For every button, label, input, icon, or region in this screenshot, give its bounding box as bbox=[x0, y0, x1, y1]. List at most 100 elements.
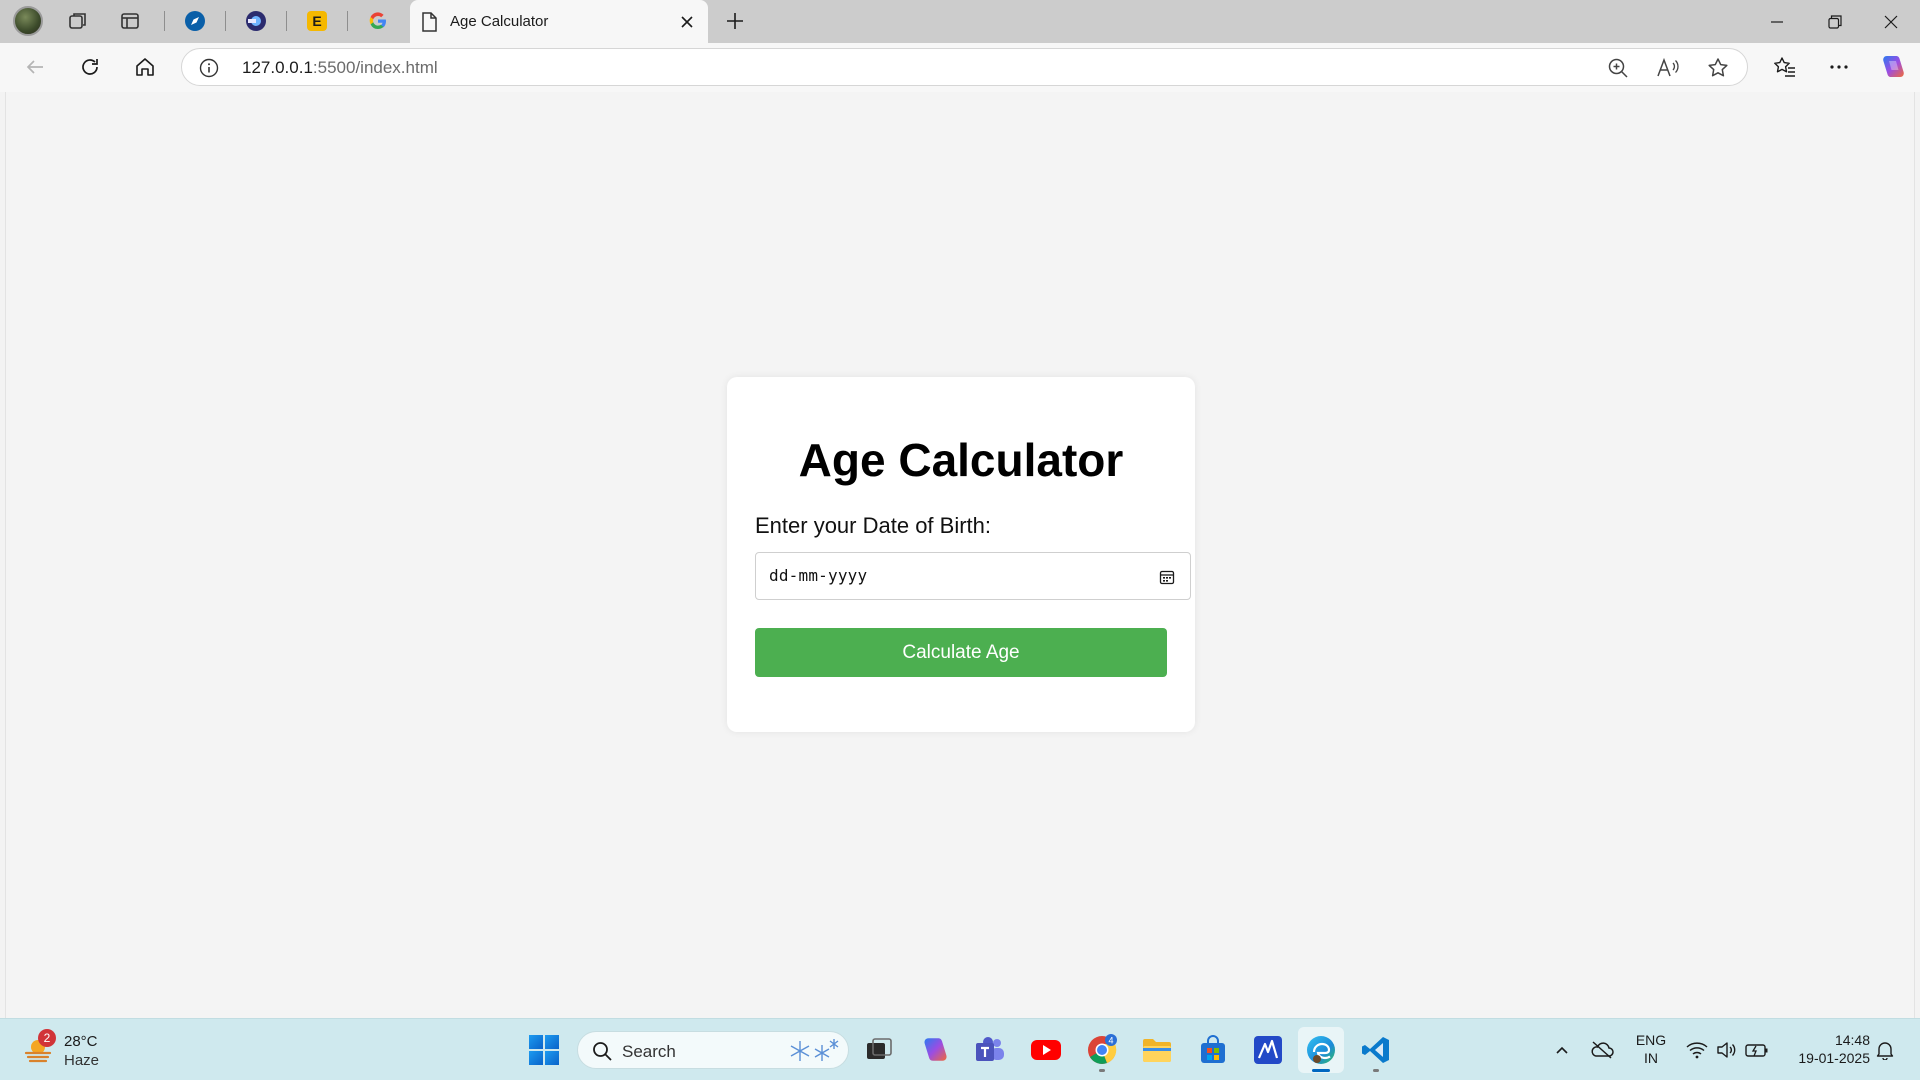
star-icon bbox=[1708, 58, 1728, 77]
restore-icon bbox=[1828, 14, 1842, 29]
taskbar-search[interactable]: Search bbox=[577, 1031, 849, 1069]
windows-taskbar: 2 28°C Haze Search 4 ENG IN 14:48 19-01-… bbox=[0, 1018, 1920, 1080]
page-title: Age Calculator bbox=[798, 434, 1124, 486]
page-icon bbox=[422, 11, 437, 32]
weather-badge: 2 bbox=[38, 1029, 56, 1047]
copilot-app[interactable] bbox=[912, 1027, 958, 1073]
site-info-button[interactable] bbox=[198, 57, 220, 79]
weather-condition: Haze bbox=[64, 1052, 100, 1069]
copilot-icon bbox=[924, 1038, 947, 1061]
page-viewport: Age Calculator Enter your Date of Birth:… bbox=[5, 92, 1915, 1018]
tab-close-button[interactable] bbox=[672, 7, 702, 37]
task-view-button[interactable] bbox=[856, 1027, 902, 1073]
pinned-tab-google[interactable] bbox=[360, 5, 396, 37]
close-window-button[interactable] bbox=[1862, 0, 1920, 43]
chrome-icon: 4 bbox=[1088, 1034, 1117, 1064]
new-tab-button[interactable] bbox=[717, 5, 753, 37]
tab-actions-button[interactable] bbox=[112, 5, 148, 37]
tab-separator bbox=[225, 11, 226, 31]
folder-icon bbox=[1143, 1039, 1171, 1062]
calendar-icon bbox=[1159, 570, 1175, 585]
plus-icon bbox=[727, 13, 743, 29]
temperature: 28°C bbox=[64, 1033, 98, 1050]
minimize-button[interactable] bbox=[1748, 0, 1806, 43]
url-text[interactable]: 127.0.0.1:5500/index.html bbox=[242, 58, 438, 78]
browser-toolbar: 127.0.0.1:5500/index.html bbox=[0, 43, 1920, 92]
calculate-age-button[interactable]: Calculate Age bbox=[755, 628, 1167, 677]
copilot-icon bbox=[1883, 56, 1904, 77]
chrome-app[interactable]: 4 bbox=[1079, 1027, 1125, 1073]
avatar bbox=[13, 6, 43, 36]
show-hidden-icons-button[interactable] bbox=[1549, 1037, 1575, 1063]
store-icon bbox=[1201, 1035, 1225, 1063]
active-indicator bbox=[1312, 1069, 1330, 1072]
back-button[interactable] bbox=[15, 49, 55, 85]
wifi-icon bbox=[1686, 1042, 1708, 1059]
favorite-button[interactable] bbox=[1702, 53, 1734, 83]
info-icon bbox=[199, 58, 219, 78]
tab-title: Age Calculator bbox=[450, 13, 549, 30]
home-button[interactable] bbox=[125, 49, 165, 85]
input-language-indicator[interactable]: ENG IN bbox=[1634, 1031, 1668, 1067]
read-aloud-icon bbox=[1657, 57, 1679, 77]
refresh-button[interactable] bbox=[70, 49, 110, 85]
weather-widget[interactable]: 2 28°C Haze bbox=[20, 1029, 130, 1071]
zoom-button[interactable] bbox=[1602, 53, 1634, 83]
vscode-icon bbox=[1362, 1037, 1389, 1063]
copilot-button[interactable] bbox=[1873, 49, 1913, 85]
teams-app[interactable] bbox=[967, 1027, 1013, 1073]
edge-icon bbox=[1307, 1036, 1335, 1064]
restore-button[interactable] bbox=[1806, 0, 1864, 43]
more-dots-icon bbox=[1830, 65, 1848, 69]
onedrive-button[interactable] bbox=[1589, 1037, 1615, 1063]
microsoft-store-app[interactable] bbox=[1190, 1027, 1236, 1073]
refresh-icon bbox=[82, 59, 98, 75]
pinned-tab-compass[interactable] bbox=[177, 5, 213, 37]
start-button[interactable] bbox=[521, 1027, 567, 1073]
tab-actions-icon bbox=[121, 13, 139, 29]
volume-button[interactable] bbox=[1714, 1037, 1740, 1063]
pinned-tab-extension[interactable] bbox=[238, 5, 274, 37]
windows-logo-icon bbox=[529, 1035, 559, 1065]
clock-time: 14:48 bbox=[1834, 1032, 1870, 1048]
math-app-icon bbox=[1254, 1036, 1282, 1064]
cloud-offline-icon bbox=[1591, 1041, 1614, 1059]
search-icon bbox=[593, 1042, 612, 1061]
notifications-button[interactable] bbox=[1872, 1037, 1898, 1063]
youtube-app[interactable] bbox=[1023, 1027, 1069, 1073]
profile-avatar[interactable] bbox=[10, 5, 46, 37]
address-bar[interactable]: 127.0.0.1:5500/index.html bbox=[181, 48, 1748, 86]
running-indicator bbox=[1373, 1069, 1379, 1072]
url-path: :5500/index.html bbox=[312, 58, 438, 77]
pinned-tab-e[interactable]: E bbox=[299, 5, 335, 37]
minimize-icon bbox=[1771, 20, 1783, 23]
close-icon bbox=[1884, 15, 1898, 28]
teams-icon bbox=[976, 1037, 1004, 1061]
bell-icon bbox=[1876, 1042, 1894, 1060]
clock[interactable]: 14:48 19-01-2025 bbox=[1782, 1031, 1870, 1067]
math-app[interactable] bbox=[1245, 1027, 1291, 1073]
favorites-list-icon bbox=[1774, 57, 1795, 77]
search-label: Search bbox=[622, 1042, 676, 1061]
battery-button[interactable] bbox=[1744, 1037, 1770, 1063]
back-arrow-icon bbox=[26, 60, 43, 74]
google-icon bbox=[369, 12, 386, 30]
browser-extension-icon bbox=[246, 11, 266, 31]
compass-icon bbox=[185, 11, 205, 31]
read-aloud-button[interactable] bbox=[1652, 53, 1684, 83]
vscode-app[interactable] bbox=[1353, 1027, 1399, 1073]
task-view-icon bbox=[867, 1038, 892, 1059]
file-explorer-app[interactable] bbox=[1134, 1027, 1180, 1073]
calendar-picker-button[interactable] bbox=[1157, 567, 1177, 587]
edge-app[interactable] bbox=[1298, 1027, 1344, 1073]
favorites-button[interactable] bbox=[1765, 49, 1805, 85]
tab-age-calculator[interactable]: Age Calculator bbox=[410, 0, 708, 43]
url-host: 127.0.0.1 bbox=[242, 58, 313, 77]
language-code: ENG bbox=[1635, 1032, 1667, 1048]
svg-text:E: E bbox=[312, 13, 321, 29]
workspaces-button[interactable] bbox=[60, 5, 96, 37]
settings-more-button[interactable] bbox=[1819, 49, 1859, 85]
date-of-birth-input[interactable]: dd-mm-yyyy bbox=[755, 552, 1191, 600]
zoom-in-icon bbox=[1608, 58, 1628, 78]
wifi-button[interactable] bbox=[1684, 1037, 1710, 1063]
